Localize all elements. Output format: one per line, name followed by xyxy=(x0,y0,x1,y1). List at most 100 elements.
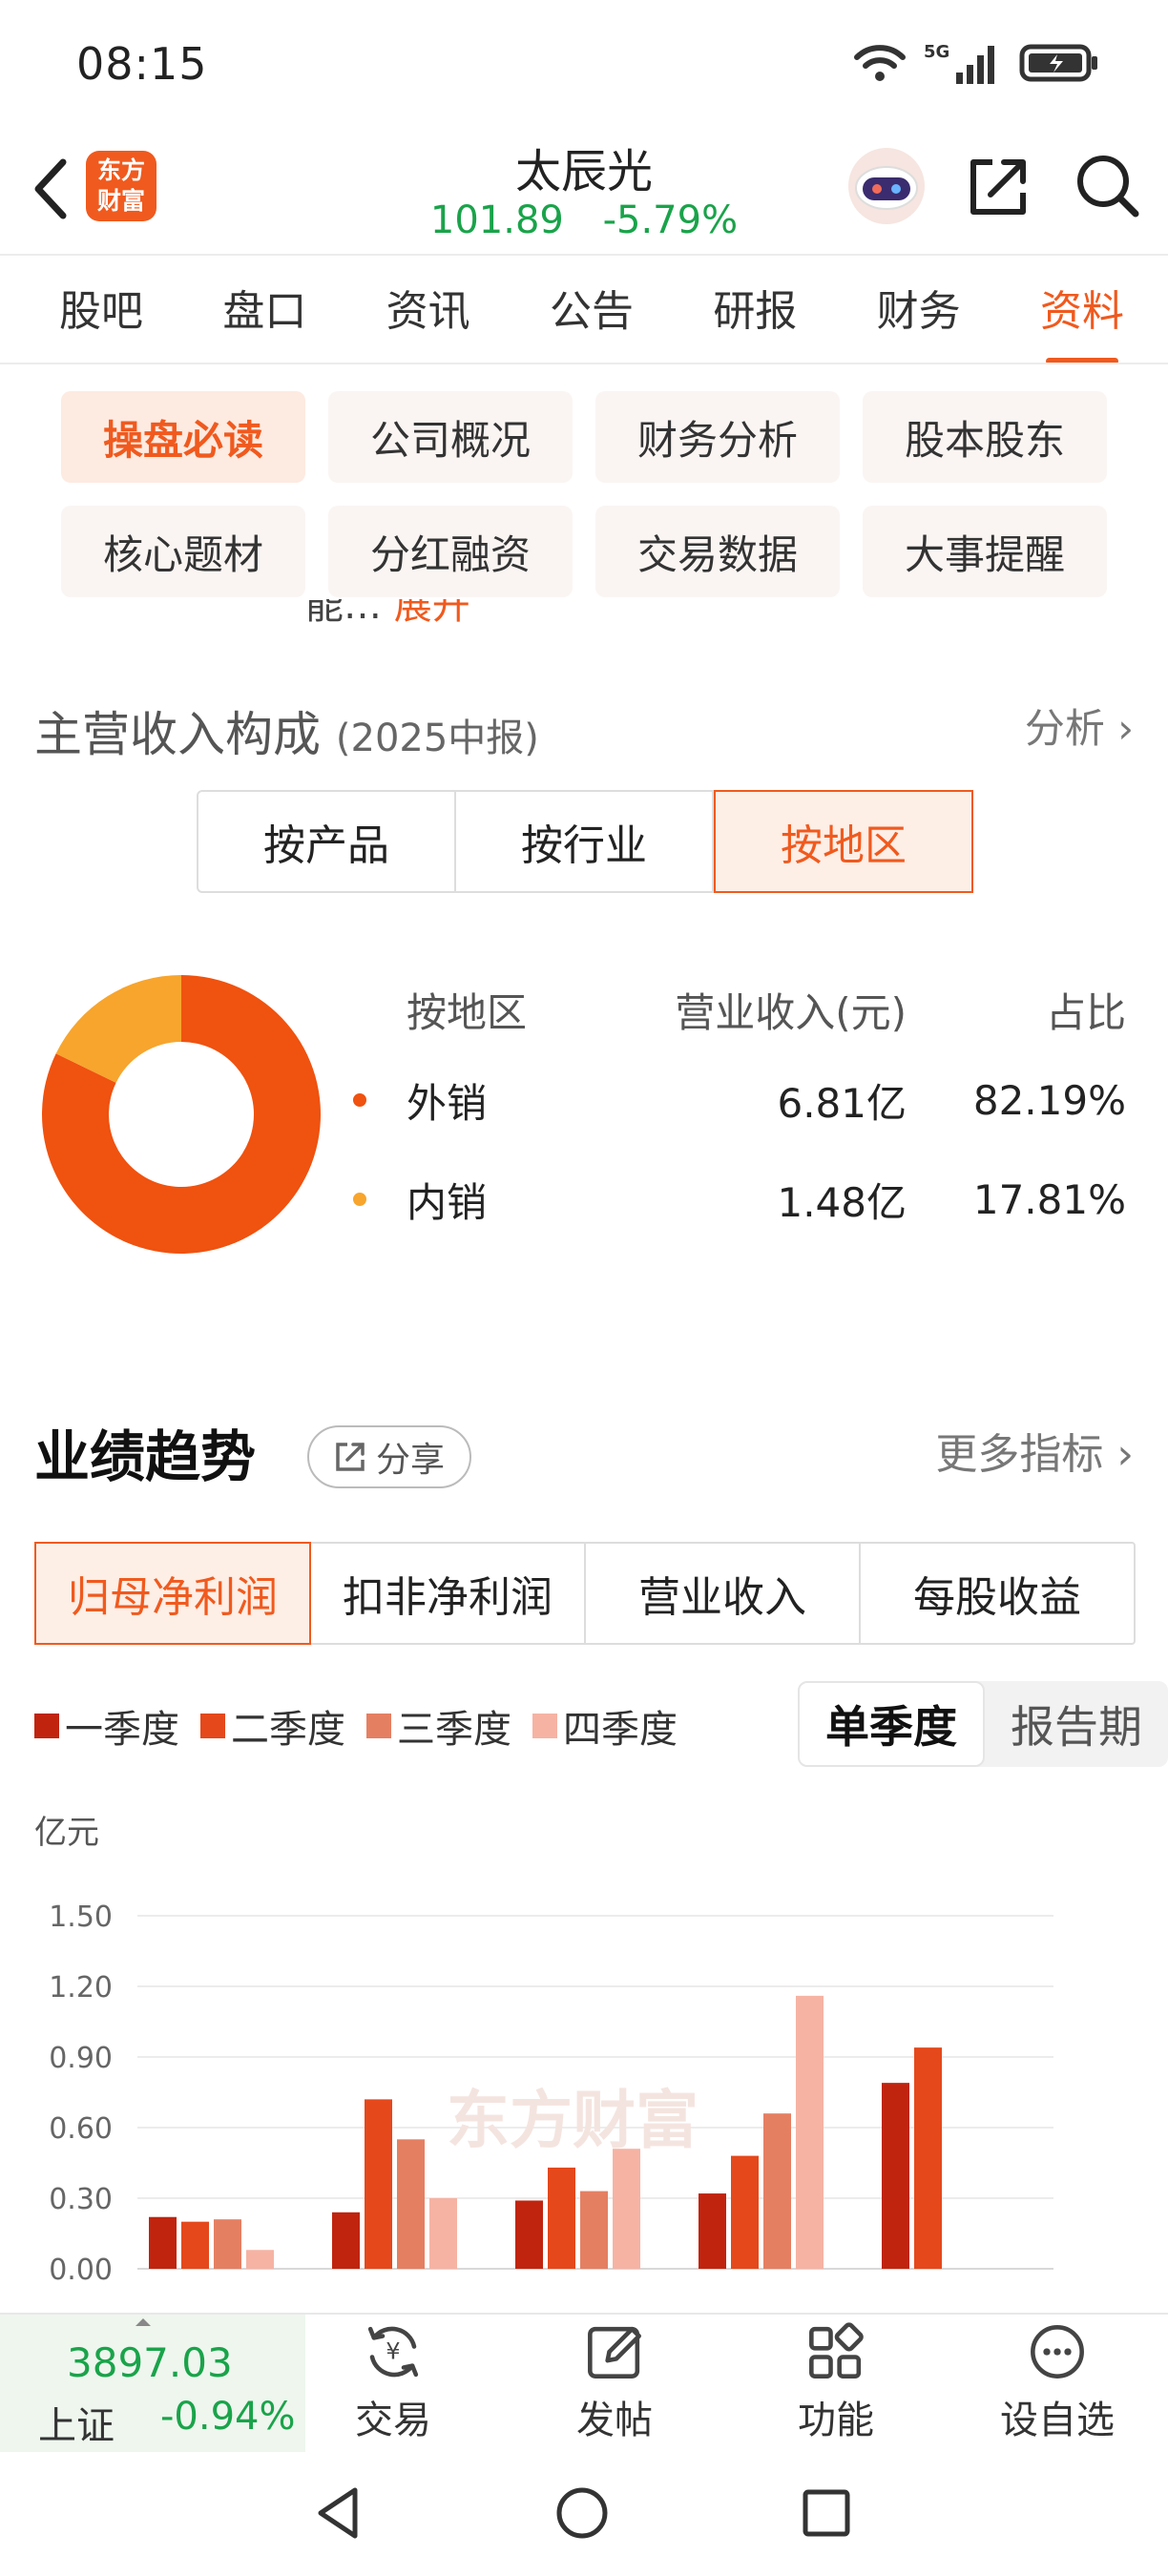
caret-up-icon xyxy=(136,2318,151,2326)
bar-0-0 xyxy=(149,2216,177,2269)
stock-change: -5.79% xyxy=(602,198,739,242)
tab-guba[interactable]: 股吧 xyxy=(48,277,155,338)
system-back-icon[interactable] xyxy=(309,2483,370,2544)
share-icon[interactable] xyxy=(964,153,1032,221)
legend-q4: 四季度 xyxy=(532,1698,678,1754)
revenue-donut-chart xyxy=(41,975,321,1254)
tabs-divider xyxy=(0,363,1168,364)
tab-research[interactable]: 研报 xyxy=(701,277,808,338)
bar-1-2 xyxy=(548,2167,575,2269)
analysis-link[interactable]: 分析 › xyxy=(1025,696,1134,755)
tab-profile[interactable]: 资料 xyxy=(1029,277,1136,364)
share-button[interactable]: 分享 xyxy=(307,1425,471,1488)
compose-icon xyxy=(588,2326,641,2379)
chart-legend: 一季度 二季度 三季度 四季度 xyxy=(34,1698,678,1754)
bar-3-3 xyxy=(796,1995,824,2269)
tab-net-profit[interactable]: 归母净利润 xyxy=(34,1542,311,1645)
battery-icon xyxy=(1019,44,1097,82)
bar-1-3 xyxy=(731,2155,759,2269)
nav-post[interactable]: 发帖 xyxy=(529,2320,700,2444)
period-toggle: 单季度 报告期 xyxy=(798,1681,1168,1767)
apps-icon xyxy=(809,2322,864,2379)
revenue-table: 按地区 营业收入(元) 占比 外销 6.81亿 82.19% 内销 1.48亿 … xyxy=(353,968,1136,1249)
chip-dividends[interactable]: 分红融资 xyxy=(328,506,573,597)
nav-add-watchlist[interactable]: 设自选 xyxy=(971,2320,1143,2444)
legend-dot xyxy=(353,1193,366,1206)
table-row: 外销 6.81亿 82.19% xyxy=(353,1050,1136,1150)
y-tick-label: 1.50 xyxy=(49,1901,113,1934)
segment-by-region[interactable]: 按地区 xyxy=(714,790,973,893)
header-divider xyxy=(0,254,1168,256)
stock-price: 101.89 xyxy=(429,198,564,242)
bar-1-4 xyxy=(914,2047,942,2269)
chip-events[interactable]: 大事提醒 xyxy=(863,506,1107,597)
profile-chips: 操盘必读 公司概况 财务分析 股本股东 核心题材 分红融资 交易数据 大事提醒 xyxy=(61,391,1120,597)
bar-2-0 xyxy=(214,2219,241,2269)
performance-bar-chart: 亿元 0.00 0.30 0.60 0.90 1.20 1.50 东方财富 xyxy=(34,1814,1053,2280)
chip-trading-data[interactable]: 交易数据 xyxy=(595,506,840,597)
tab-operating-revenue[interactable]: 营业收入 xyxy=(586,1544,861,1643)
performance-tabs: 归母净利润 扣非净利润 营业收入 每股收益 xyxy=(34,1542,1136,1645)
system-home-icon[interactable] xyxy=(552,2483,613,2544)
chip-financial-analysis[interactable]: 财务分析 xyxy=(595,391,840,483)
bar-1-1 xyxy=(365,2099,392,2269)
legend-q2: 二季度 xyxy=(200,1698,345,1754)
revenue-table-header: 按地区 营业收入(元) 占比 xyxy=(407,988,1126,1036)
tab-news[interactable]: 资讯 xyxy=(375,277,482,338)
legend-q3: 三季度 xyxy=(366,1698,511,1754)
chip-company-overview[interactable]: 公司概况 xyxy=(328,391,573,483)
y-tick-label: 0.00 xyxy=(49,2254,113,2280)
y-axis-label: 亿元 xyxy=(34,1814,99,1852)
bar-3-1 xyxy=(429,2198,457,2269)
chip-core-themes[interactable]: 核心题材 xyxy=(61,506,305,597)
index-value: 3897.03 xyxy=(67,2339,233,2386)
collapsed-text-fragment: 能… 展开 xyxy=(305,599,470,626)
segment-by-industry[interactable]: 按行业 xyxy=(456,792,714,891)
signal-icon: 5G xyxy=(924,42,994,84)
legend-dot xyxy=(353,1093,366,1107)
tab-finance[interactable]: 财务 xyxy=(866,277,972,338)
nav-functions[interactable]: 功能 xyxy=(750,2320,922,2444)
system-recents-icon[interactable] xyxy=(796,2483,857,2544)
segment-by-product[interactable]: 按产品 xyxy=(198,792,456,891)
robot-assistant-icon[interactable] xyxy=(844,143,929,229)
search-icon[interactable] xyxy=(1071,149,1143,221)
bar-2-2 xyxy=(580,2191,608,2269)
toggle-single-quarter[interactable]: 单季度 xyxy=(798,1681,985,1767)
more-icon xyxy=(1031,2325,1084,2379)
nav-trade[interactable]: ¥ 交易 xyxy=(307,2320,479,2444)
network-label: 5G xyxy=(924,42,949,62)
tab-announcements[interactable]: 公告 xyxy=(538,277,645,338)
bar-3-0 xyxy=(246,2250,274,2269)
more-indicators-link[interactable]: 更多指标 › xyxy=(935,1420,1134,1481)
performance-title: 业绩趋势 xyxy=(34,1424,257,1489)
y-tick-label: 0.90 xyxy=(49,2042,113,2075)
bar-2-1 xyxy=(397,2139,425,2269)
tab-deducted-net-profit[interactable]: 扣非净利润 xyxy=(311,1544,586,1643)
chip-shareholders[interactable]: 股本股东 xyxy=(863,391,1107,483)
svg-text:¥: ¥ xyxy=(386,2337,400,2364)
main-tabs: 股吧 盘口 资讯 公告 研报 财务 资料 xyxy=(29,277,1155,364)
share-icon xyxy=(336,1443,365,1471)
tab-eps[interactable]: 每股收益 xyxy=(861,1544,1134,1643)
revenue-section-title: 主营收入构成 (2025中报) xyxy=(34,707,539,762)
trade-icon: ¥ xyxy=(367,2326,419,2378)
y-tick-label: 0.60 xyxy=(49,2112,113,2146)
bar-3-2 xyxy=(613,2149,640,2269)
table-row: 内销 1.48亿 17.81% xyxy=(353,1150,1136,1249)
toggle-report-period[interactable]: 报告期 xyxy=(985,1681,1168,1767)
index-name: 上证 xyxy=(38,2404,115,2448)
status-time: 08:15 xyxy=(76,38,208,90)
y-tick-label: 0.30 xyxy=(49,2183,113,2216)
bar-0-4 xyxy=(882,2083,909,2269)
wifi-icon xyxy=(854,45,906,81)
revenue-period: (2025中报) xyxy=(335,717,539,760)
bar-0-3 xyxy=(699,2193,726,2269)
tab-pankou[interactable]: 盘口 xyxy=(211,277,318,338)
expand-link[interactable]: 展开 xyxy=(394,599,470,626)
legend-q1: 一季度 xyxy=(34,1698,179,1754)
index-change: -0.94% xyxy=(160,2395,296,2439)
y-tick-label: 1.20 xyxy=(49,1971,113,2005)
chip-must-read[interactable]: 操盘必读 xyxy=(61,391,305,483)
bar-0-2 xyxy=(515,2200,543,2269)
